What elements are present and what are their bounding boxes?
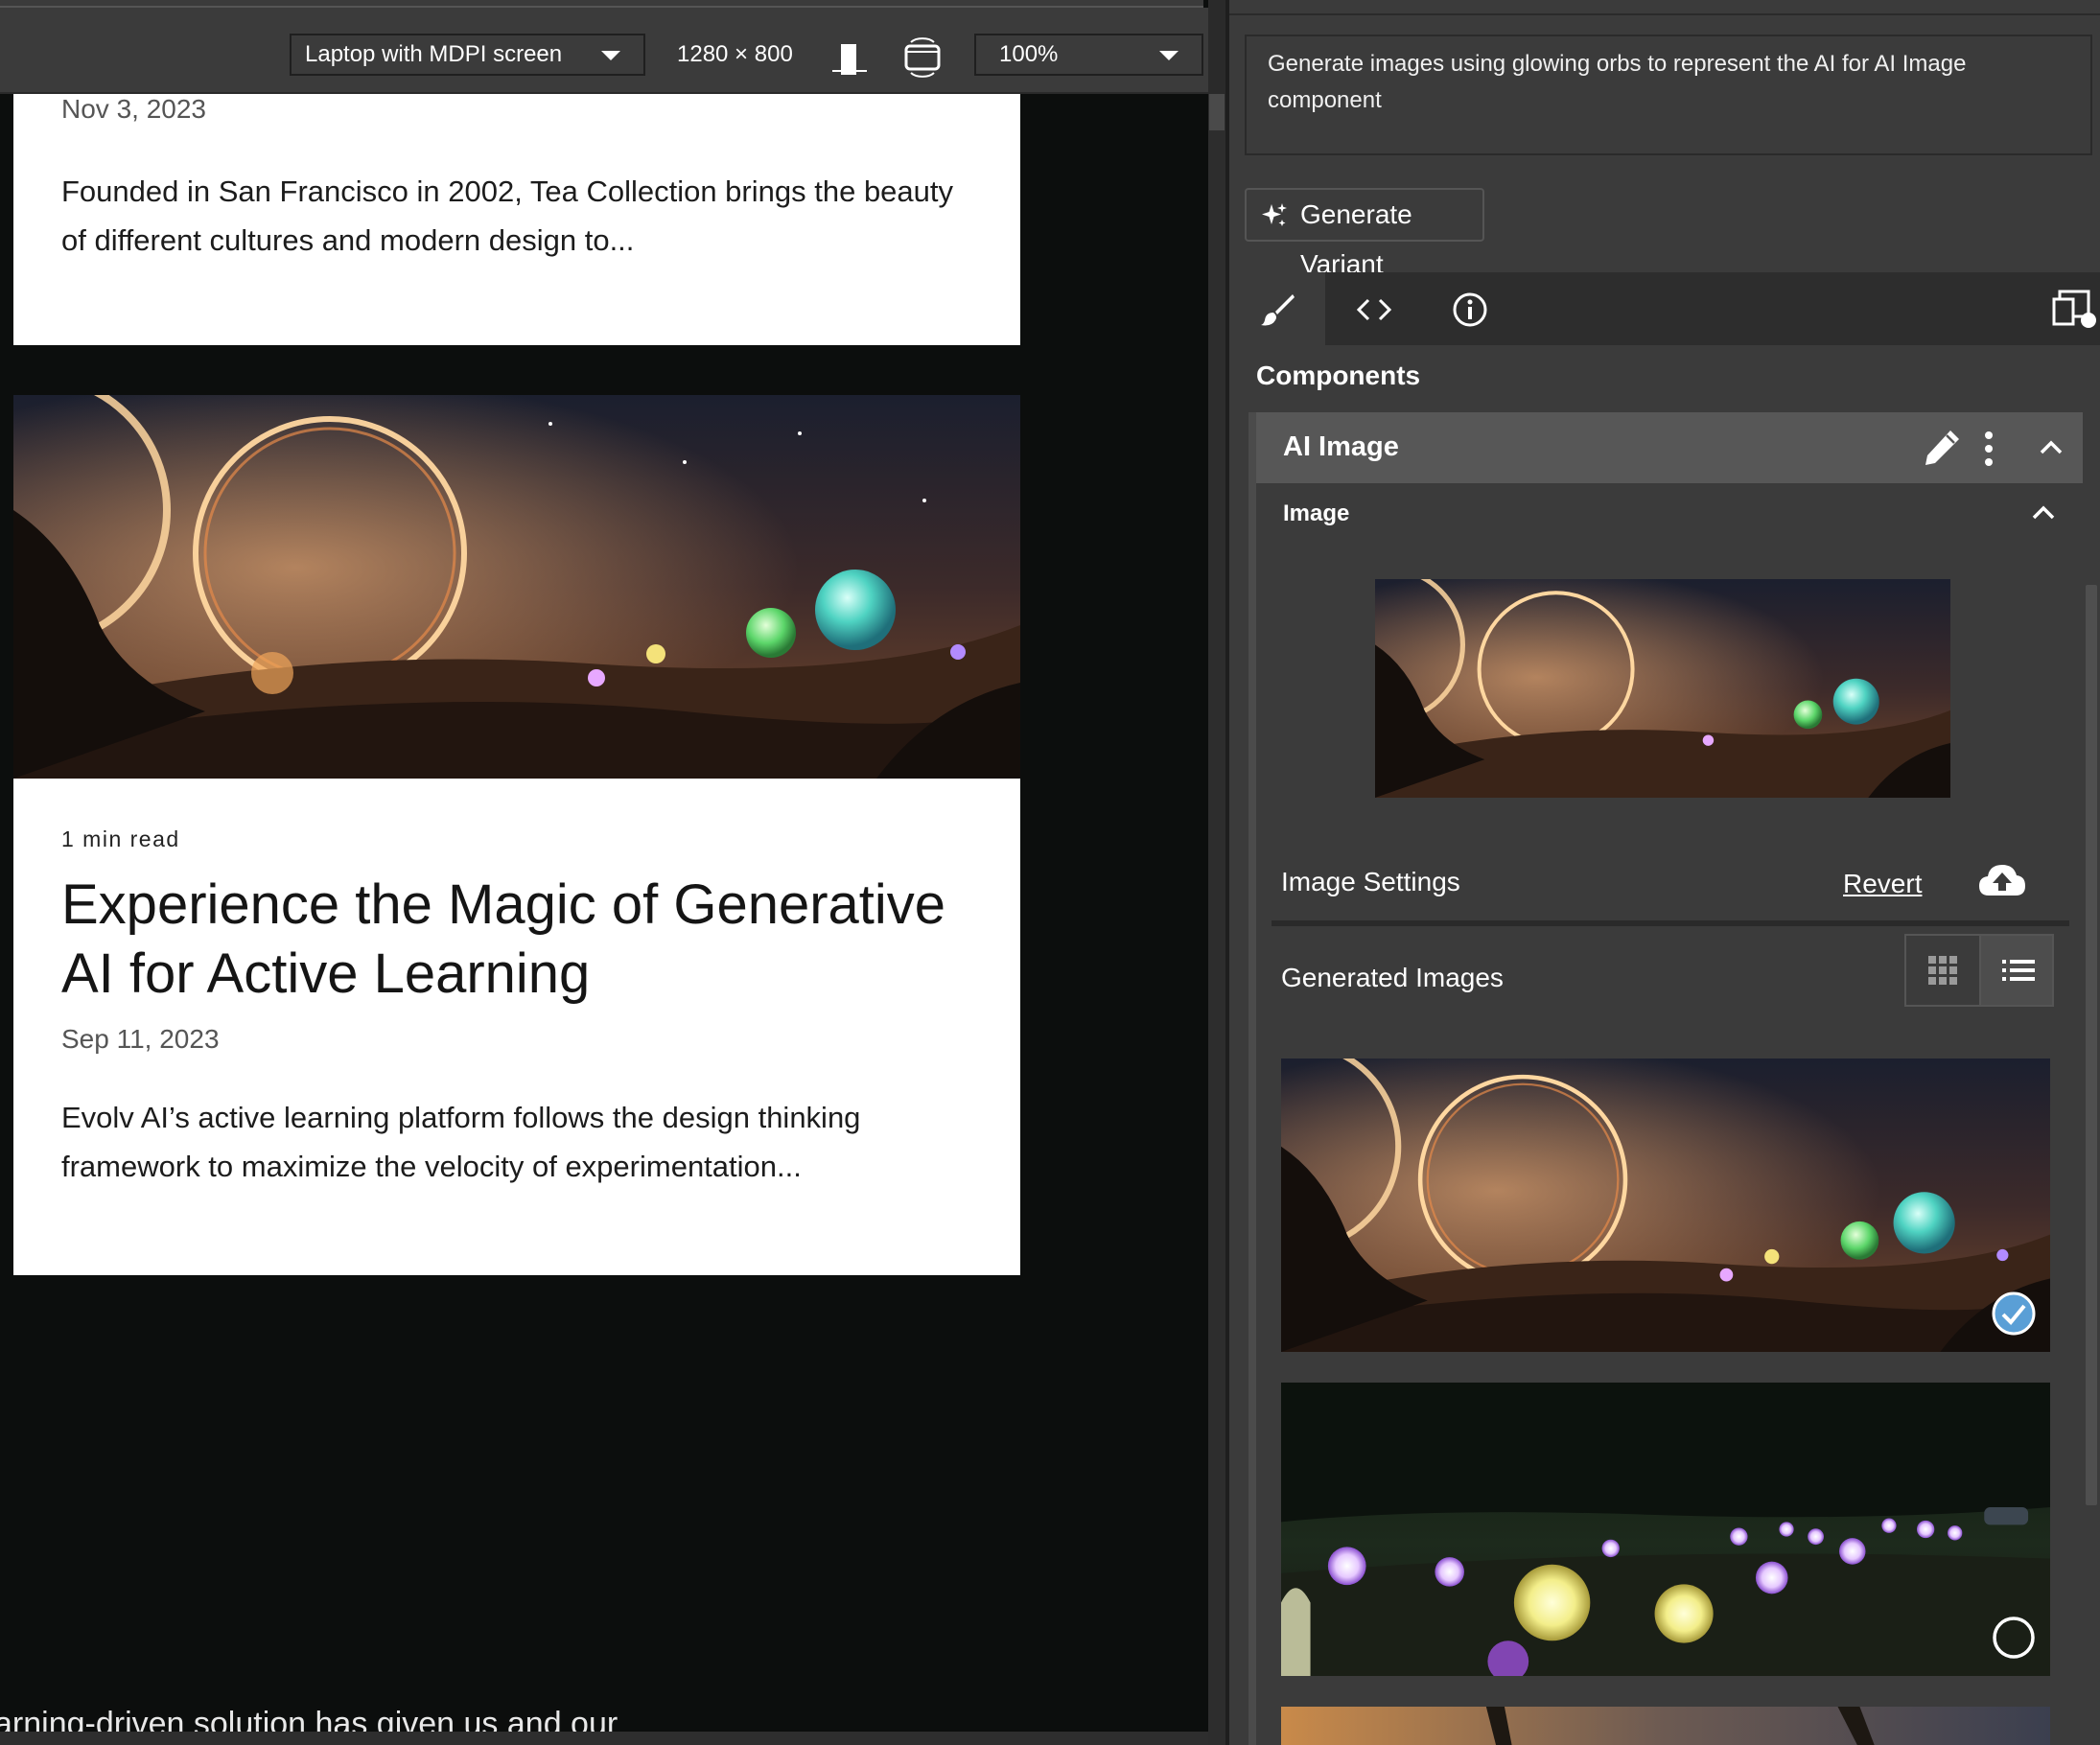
chevron-down-icon	[601, 51, 620, 60]
zoom-select-value: 100%	[999, 41, 1059, 67]
chevron-up-icon[interactable]	[2037, 433, 2065, 462]
image-section: Image Image Settings Revert Generated Im…	[1248, 483, 2085, 1745]
sparkle-icon	[1262, 203, 1287, 226]
panel-tabbar	[1229, 272, 2100, 345]
preview-toolbar: Laptop with MDPI screen 1280 × 800 100%	[0, 8, 1225, 94]
code-icon	[1356, 298, 1392, 321]
card-excerpt: Evolv AI’s active learning platform foll…	[61, 1101, 861, 1183]
canvas-scrollbar-thumb[interactable]	[1209, 94, 1225, 130]
cloud-upload-icon[interactable]	[1977, 859, 2027, 901]
tab-code[interactable]	[1325, 272, 1421, 345]
card-hero-image[interactable]	[13, 395, 1020, 779]
info-icon	[1453, 292, 1487, 327]
paintbrush-icon	[1261, 294, 1295, 326]
card-read-time: 1 min read	[61, 826, 180, 851]
chevron-down-icon	[1159, 51, 1178, 60]
generated-images-label: Generated Images	[1281, 963, 1504, 992]
more-vertical-icon[interactable]	[1979, 430, 1998, 468]
device-select[interactable]: Laptop with MDPI screen	[290, 34, 645, 76]
list-view-button[interactable]	[1979, 936, 2052, 1005]
section-divider	[1272, 920, 2069, 926]
panel-scrollbar-thumb[interactable]	[2086, 585, 2097, 1505]
components-heading: Components	[1256, 361, 1421, 390]
canvas-scrollbar[interactable]	[1208, 94, 1225, 1745]
revert-link[interactable]: Revert	[1843, 869, 1922, 899]
generate-variant-label: Generate Variant	[1300, 199, 1412, 279]
chevron-up-icon[interactable]	[2029, 499, 2058, 527]
generated-image-forest-orbs[interactable]	[1281, 1383, 2050, 1676]
rotate-device-icon[interactable]	[901, 36, 944, 79]
canvas-horizontal-scrollbar[interactable]	[0, 1732, 1208, 1745]
unselected-radio-icon[interactable]	[1991, 1615, 2037, 1661]
image-preview[interactable]	[1375, 579, 1950, 798]
blog-card[interactable]: Nov 3, 2023 Founded in San Francisco in …	[13, 94, 1020, 345]
editor-canvas: Laptop with MDPI screen 1280 × 800 100% …	[0, 0, 1225, 1745]
image-settings-label[interactable]: Image Settings	[1281, 867, 1460, 897]
properties-panel: Generate images using glowing orbs to re…	[1229, 0, 2100, 1745]
generate-variant-button[interactable]: Generate Variant	[1245, 188, 1484, 279]
view-mode-toggle	[1904, 934, 2054, 1007]
component-accordion: AI Image Image Image Settings Revert Gen…	[1248, 412, 2085, 1745]
blog-card[interactable]: 1 min read Experience the Magic of Gener…	[13, 395, 1020, 1275]
card-title[interactable]: Experience the Magic of Generative AI fo…	[61, 871, 982, 1009]
grid-view-button[interactable]	[1906, 936, 1979, 1005]
card-date: Nov 3, 2023	[61, 94, 206, 124]
selected-check-icon[interactable]	[1991, 1291, 2037, 1337]
list-icon	[2002, 960, 2035, 981]
grid-icon	[1928, 956, 1957, 985]
resize-handle-icon[interactable]	[830, 40, 869, 79]
pencil-icon[interactable]	[1922, 428, 1962, 468]
generated-image-glowing-rings[interactable]	[1281, 1059, 2050, 1352]
component-title: AI Image	[1283, 431, 1399, 462]
viewport-dimensions: 1280 × 800	[677, 41, 793, 67]
card-date: Sep 11, 2023	[61, 1024, 220, 1054]
tab-style[interactable]	[1229, 272, 1325, 345]
component-header[interactable]: AI Image	[1248, 412, 2085, 483]
device-select-value: Laptop with MDPI screen	[305, 41, 563, 67]
card-excerpt: Founded in San Francisco in 2002, Tea Co…	[61, 174, 954, 257]
image-section-title: Image	[1283, 500, 1350, 526]
tab-info[interactable]	[1421, 272, 1517, 345]
panel-top-edge	[1229, 0, 2100, 15]
canvas-top-strip	[0, 0, 1203, 8]
zoom-select[interactable]: 100%	[974, 34, 1203, 76]
device-settings-icon[interactable]	[2052, 288, 2100, 332]
generated-image-sunset[interactable]	[1281, 1707, 2050, 1745]
prompt-textarea[interactable]: Generate images using glowing orbs to re…	[1245, 35, 2092, 155]
